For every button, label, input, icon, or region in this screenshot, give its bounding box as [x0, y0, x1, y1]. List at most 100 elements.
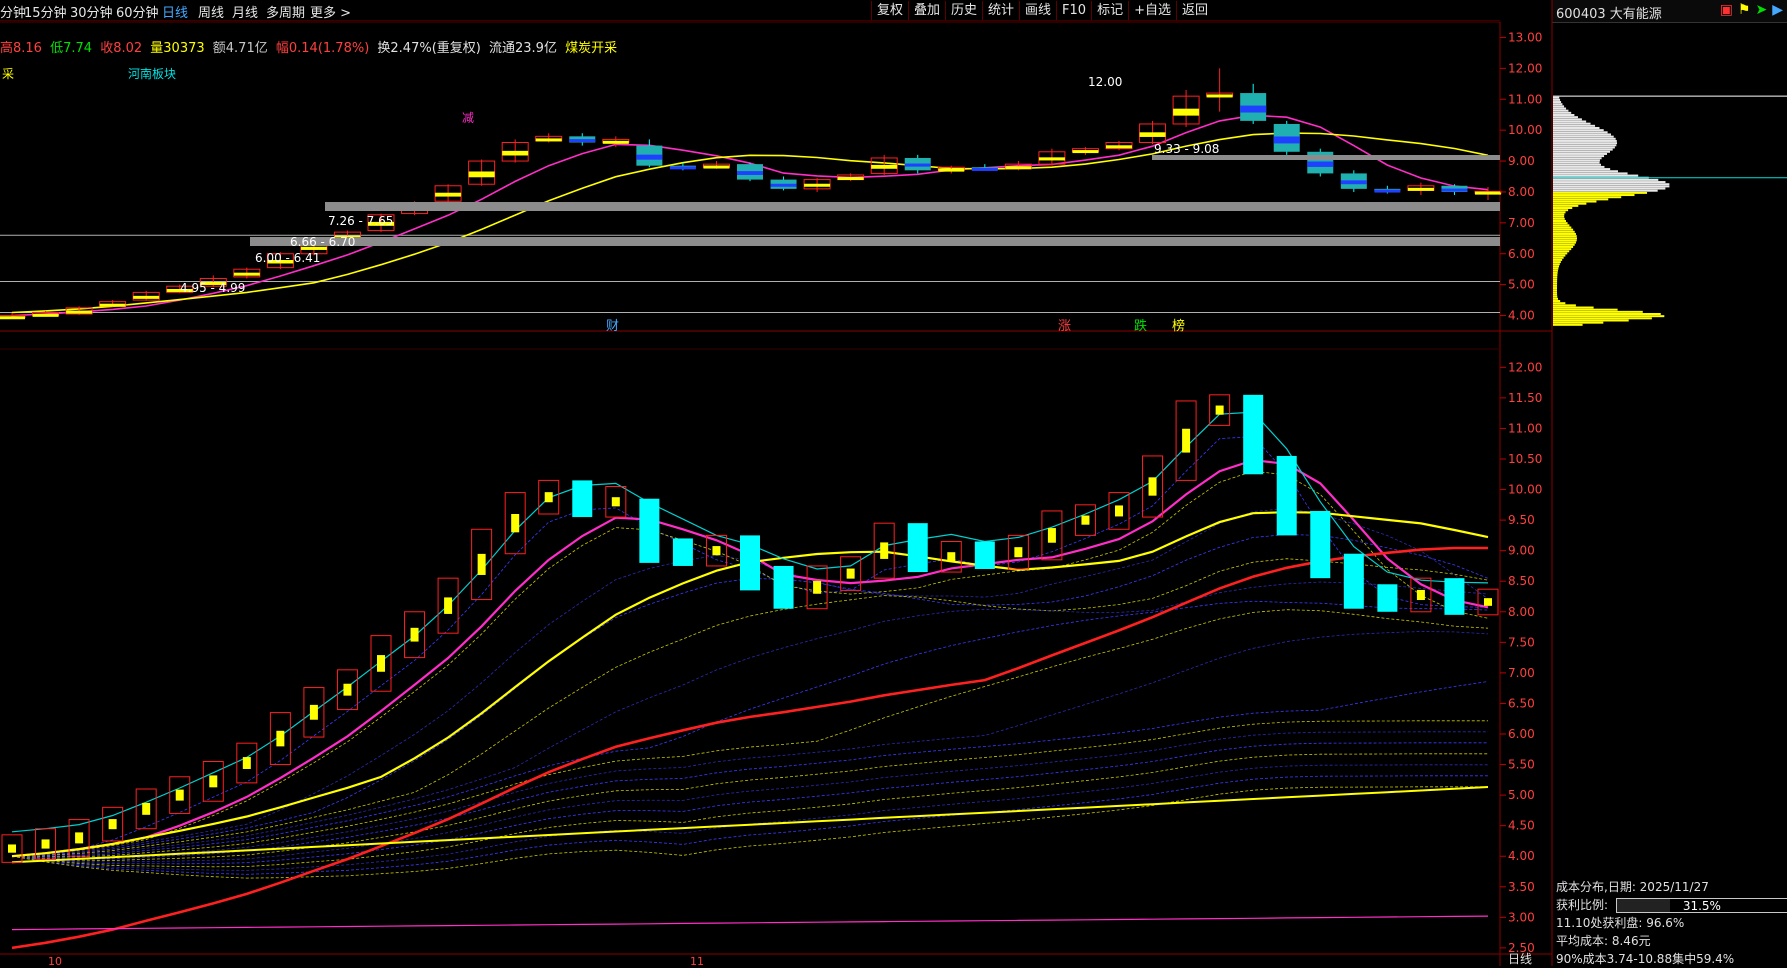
cost-bar: [1553, 150, 1610, 153]
cost-bar: [1553, 258, 1563, 261]
sub-candle-marker: [1484, 598, 1492, 606]
tab-weekly[interactable]: 周线: [198, 2, 224, 21]
cost-bar: [1553, 198, 1609, 201]
event-fall[interactable]: 跌: [1134, 318, 1147, 334]
fan-ma-line: [11, 720, 1488, 861]
cost-bar: [1553, 282, 1558, 285]
sub-candle: [1310, 510, 1331, 579]
candle: [770, 179, 797, 189]
cost-bar: [1553, 133, 1611, 136]
quote-change: 幅0.14(1.78%): [275, 41, 370, 56]
candle: [199, 277, 227, 287]
chart-canvas: 13.00 12.00 11.00 10.00 9.00 8.00 7.00 6.00 5.00…: [0, 0, 1787, 966]
sector-label[interactable]: 河南板块: [128, 66, 176, 81]
overlay-button[interactable]: 叠加: [907, 1, 945, 20]
fan-ma-line: [11, 436, 1489, 857]
forward-icon[interactable]: ➤: [1755, 2, 1767, 18]
mark-button[interactable]: 标记: [1091, 1, 1128, 20]
history-button[interactable]: 历史: [944, 1, 982, 20]
cost-bar: [1553, 178, 1659, 181]
candle: [300, 240, 328, 255]
flag-icon[interactable]: ⚑: [1738, 2, 1751, 18]
y-tick-label: 8.00: [1508, 605, 1535, 619]
cost-bar: [1553, 213, 1565, 216]
fan-ma-line: [11, 470, 1489, 857]
sub-candle: [639, 498, 660, 563]
candle-marker: [904, 163, 931, 167]
cost-bar: [1553, 287, 1558, 290]
sub-candle: [35, 828, 57, 860]
cost-bar: [1553, 304, 1576, 307]
cost-bar: [1553, 310, 1643, 313]
tab-60min[interactable]: 60分钟: [116, 2, 159, 21]
f10-icon[interactable]: ▣: [1720, 2, 1733, 18]
cost-bar: [1553, 315, 1665, 318]
candle: [1307, 151, 1334, 174]
sub-candle-marker: [309, 704, 318, 720]
sub-candle: [102, 806, 124, 842]
next-arrow-icon[interactable]: ▶: [1772, 2, 1783, 18]
event-rank[interactable]: 榜: [1172, 318, 1185, 334]
f10-button[interactable]: F10: [1056, 1, 1091, 20]
cost-bar: [1553, 274, 1558, 277]
add-watchlist-button[interactable]: +自选: [1128, 1, 1176, 20]
sub-candle: [538, 479, 560, 515]
tab-1min[interactable]: 分钟: [0, 2, 26, 21]
candle: [1374, 188, 1401, 191]
sub-candle-marker: [880, 542, 889, 559]
cost-bar: [1553, 280, 1558, 283]
cost-bar: [1553, 237, 1578, 240]
cost-bar: [1553, 189, 1658, 192]
candle-marker: [569, 139, 596, 143]
candle-marker: [99, 303, 126, 307]
candle: [602, 138, 630, 144]
statistics-button[interactable]: 统计: [982, 1, 1019, 20]
candle-marker: [1441, 188, 1468, 192]
restore-right-button[interactable]: 复权: [870, 1, 908, 20]
quote-float: 流通23.9亿: [489, 41, 557, 56]
sub-candle-marker: [1081, 515, 1090, 525]
cost-bar: [1553, 183, 1670, 186]
tab-monthly[interactable]: 月线: [232, 2, 258, 21]
sub-candle: [572, 480, 593, 518]
sub-candle-marker: [276, 730, 285, 747]
candle: [1139, 123, 1167, 144]
tab-daily[interactable]: 日线: [162, 2, 188, 21]
candle-marker: [669, 166, 696, 170]
candle-marker: [871, 164, 898, 169]
sub-candle-marker: [1416, 589, 1425, 601]
sub-candle: [303, 687, 325, 738]
tab-multi-period[interactable]: 多周期: [266, 2, 305, 21]
back-button[interactable]: 返回: [1175, 1, 1213, 20]
tab-30min[interactable]: 30分钟: [70, 2, 113, 21]
sub-candle: [773, 565, 794, 609]
candle: [132, 291, 160, 301]
x-label-month: 11: [690, 955, 704, 966]
cost-bar: [1553, 209, 1569, 212]
sub-candle: [1243, 394, 1264, 475]
cost-bar: [1553, 200, 1597, 203]
cost-bar: [1553, 300, 1561, 303]
cost-bar: [1553, 163, 1601, 166]
tab-15min[interactable]: 15分钟: [24, 2, 67, 21]
candle: [266, 253, 294, 269]
y-tick-label: 8.00: [1508, 185, 1535, 199]
draw-line-button[interactable]: 画线: [1019, 1, 1056, 20]
fan-ma-line: [11, 742, 1488, 865]
y-tick-label: 7.50: [1508, 635, 1535, 649]
y-tick-label: 10.00: [1508, 123, 1542, 137]
tab-more[interactable]: 更多 >: [310, 2, 351, 21]
sub-candle-marker: [846, 568, 855, 579]
event-finance[interactable]: 财: [606, 319, 619, 334]
candle: [1407, 185, 1435, 191]
sub-candle: [471, 528, 493, 601]
cost-distribution-info: 成本分布,日期: 2025/11/27 获利比例: 31.5% 11.10处获利…: [1552, 878, 1787, 968]
cost-bar: [1553, 142, 1618, 145]
sub-candle: [1209, 394, 1231, 426]
quote-close: 收8.02: [100, 41, 143, 56]
candle: [468, 160, 496, 185]
candle-marker: [1173, 108, 1200, 116]
candle-marker: [32, 313, 59, 317]
event-rise[interactable]: 涨: [1058, 319, 1071, 334]
candle-marker: [66, 310, 93, 314]
